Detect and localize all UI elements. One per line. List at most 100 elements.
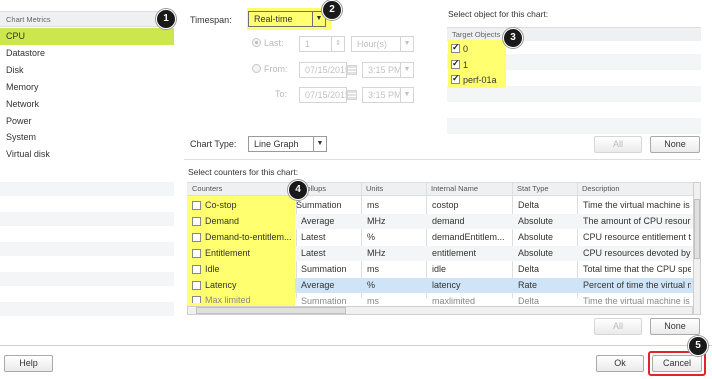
counter-internal-name: latency — [432, 280, 461, 290]
objects-title: Select object for this chart: — [448, 9, 549, 19]
counter-rollup: Summation — [296, 200, 342, 210]
counter-internal-name: maxlimited — [432, 296, 476, 305]
metric-item-datastore[interactable]: Datastore — [0, 45, 174, 62]
chevron-down-icon: ▼ — [313, 137, 326, 151]
object-label-2: perf-01a — [463, 75, 497, 85]
objects-all-button[interactable]: All — [594, 136, 642, 153]
counter-rollup: Latest — [301, 232, 326, 242]
col-header-description[interactable]: Description — [582, 184, 620, 193]
counter-checkbox-idle[interactable] — [192, 265, 201, 274]
cancel-button[interactable]: Cancel — [652, 355, 702, 372]
counter-rollup: Average — [301, 280, 335, 290]
counter-name: Max limited — [205, 295, 251, 305]
col-header-internal-name[interactable]: Internal Name — [431, 184, 478, 193]
timespan-dropdown[interactable]: Real-time ▼ — [248, 11, 326, 27]
counter-internal-name: idle — [432, 264, 447, 274]
calendar-icon[interactable] — [347, 90, 357, 100]
counter-name: Demand-to-entitlem... — [205, 232, 292, 242]
scrollbar-thumb[interactable] — [196, 307, 346, 314]
counters-none-button[interactable]: None — [650, 318, 700, 335]
object-checkbox-perf-01a[interactable] — [451, 73, 460, 84]
scrollbar-thumb[interactable] — [694, 199, 700, 259]
counter-checkbox-co-stop[interactable] — [192, 201, 201, 210]
object-checkbox-1[interactable] — [451, 58, 460, 69]
from-date-field[interactable]: 07/15/2015 — [299, 62, 347, 78]
last-unit: Hour(s) — [357, 39, 388, 49]
counter-unit: ms — [367, 264, 379, 274]
last-unit-dropdown[interactable]: Hour(s) ▼ — [351, 36, 414, 52]
metric-item-power[interactable]: Power — [0, 113, 174, 130]
counter-stat-type: Delta — [518, 200, 540, 210]
object-checkbox-0[interactable] — [451, 42, 460, 53]
counter-description: Time the virtual machine is — [583, 296, 690, 305]
counter-description: CPU resource entitlement t — [583, 232, 691, 242]
counter-checkbox-demand[interactable] — [192, 217, 201, 226]
counter-description: CPU resources devoted by — [583, 248, 691, 258]
counter-name: Idle — [205, 264, 220, 274]
metric-item-cpu[interactable]: CPU — [0, 28, 174, 45]
chart-type-label: Chart Type: — [190, 139, 237, 149]
counter-checkbox-latency[interactable] — [192, 281, 201, 290]
callout-1: 1 — [156, 9, 176, 29]
counter-name: Latency — [205, 280, 237, 290]
counter-name: Demand — [205, 216, 240, 226]
last-label: Last: — [264, 38, 284, 48]
counter-checkbox-entitlement[interactable] — [192, 249, 201, 258]
to-date-field[interactable]: 07/15/2015 — [299, 87, 347, 103]
counter-rollup: Summation — [301, 264, 347, 274]
objects-none-button[interactable]: None — [650, 136, 700, 153]
metrics-empty-row — [0, 302, 174, 316]
metrics-empty-row — [0, 272, 174, 286]
callout-4: 4 — [288, 180, 308, 200]
col-header-units[interactable]: Units — [366, 184, 383, 193]
horizontal-scrollbar[interactable] — [187, 306, 693, 315]
counter-stat-type: Delta — [518, 296, 540, 305]
objects-row-stripe — [447, 118, 701, 134]
counter-checkbox-demand-to-entitlement[interactable] — [192, 233, 201, 242]
timespan-label: Timespan: — [190, 15, 232, 25]
metric-item-virtual-disk[interactable]: Virtual disk — [0, 146, 174, 163]
help-button[interactable]: Help — [4, 355, 53, 372]
object-label-0: 0 — [463, 44, 469, 54]
counter-internal-name: entitlement — [432, 248, 477, 258]
section-divider — [184, 159, 701, 160]
metric-item-system[interactable]: System — [0, 129, 174, 146]
object-label-1: 1 — [463, 60, 469, 70]
counter-internal-name: demandEntitlem... — [432, 232, 505, 242]
counters-title: Select counters for this chart: — [188, 167, 299, 177]
calendar-icon[interactable] — [347, 65, 357, 75]
last-value-spinner[interactable]: 1 ⇕ — [299, 36, 345, 52]
counter-stat-type: Absolute — [518, 248, 554, 258]
callout-2: 2 — [322, 0, 342, 20]
from-time-dropdown[interactable]: 3:15 PM ▼ — [362, 62, 414, 78]
col-header-counters[interactable]: Counters — [192, 184, 222, 193]
counter-description: Time the virtual machine is — [583, 200, 690, 210]
to-label: To: — [275, 89, 288, 99]
metrics-empty-row — [0, 212, 174, 226]
timespan-value: Real-time — [254, 14, 293, 24]
spinner-arrows-icon: ⇕ — [331, 37, 344, 51]
footer-divider — [0, 345, 712, 346]
to-date: 07/15/2015 — [305, 90, 347, 100]
chevron-down-icon: ▼ — [400, 37, 413, 51]
counters-all-button[interactable]: All — [594, 318, 642, 335]
ok-button[interactable]: Ok — [596, 355, 644, 372]
last-radio[interactable] — [252, 38, 261, 47]
chart-type-dropdown[interactable]: Line Graph ▼ — [248, 136, 327, 152]
counter-internal-name: demand — [432, 216, 465, 226]
col-header-stat-type[interactable]: Stat Type — [517, 184, 549, 193]
metric-item-network[interactable]: Network — [0, 96, 174, 113]
metric-item-memory[interactable]: Memory — [0, 79, 174, 96]
counter-checkbox-max-limited[interactable] — [192, 296, 201, 303]
to-time: 3:15 PM — [368, 90, 402, 100]
counter-stat-type: Delta — [518, 264, 540, 274]
metric-item-disk[interactable]: Disk — [0, 62, 174, 79]
counter-unit: % — [367, 280, 376, 290]
to-time-dropdown[interactable]: 3:15 PM ▼ — [362, 87, 414, 103]
vertical-scrollbar[interactable] — [693, 182, 701, 315]
from-radio[interactable] — [252, 64, 261, 73]
counter-unit: ms — [367, 296, 379, 305]
metrics-panel: Chart Metrics CPU Datastore Disk Memory … — [0, 0, 174, 335]
metrics-panel-header: Chart Metrics — [0, 11, 174, 27]
metrics-empty-row — [0, 242, 174, 256]
